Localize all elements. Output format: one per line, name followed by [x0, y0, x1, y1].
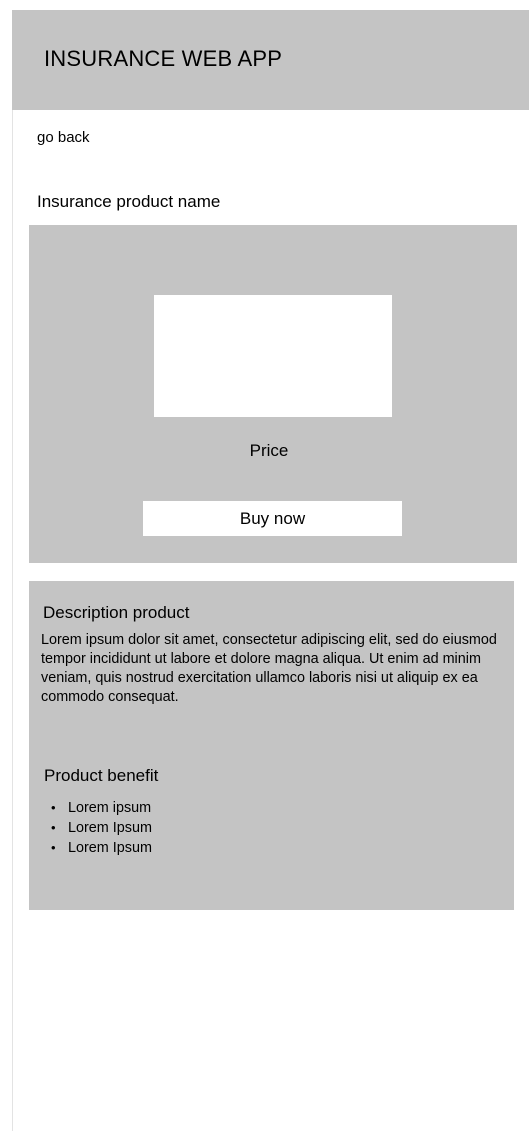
- product-price: Price: [249, 441, 289, 460]
- buy-now-button[interactable]: Buy now: [143, 501, 402, 536]
- bullet-icon: •: [51, 800, 56, 815]
- product-card: Price Buy now: [29, 225, 517, 563]
- bullet-icon: •: [51, 840, 56, 855]
- description-text: Lorem ipsum dolor sit amet, consectetur …: [41, 632, 497, 705]
- app-header: INSURANCE WEB APP: [12, 10, 529, 110]
- description-card: Description product Lorem ipsum dolor si…: [29, 581, 514, 910]
- description-title: Description product: [43, 603, 190, 622]
- benefit-item: • Lorem Ipsum: [47, 838, 152, 858]
- product-name-heading: Insurance product name: [37, 192, 221, 211]
- bullet-icon: •: [51, 820, 56, 835]
- benefit-title: Product benefit: [44, 766, 159, 785]
- benefit-item-label: Lorem Ipsum: [68, 820, 152, 836]
- benefit-item: • Lorem ipsum: [47, 798, 152, 818]
- benefit-list: • Lorem ipsum • Lorem Ipsum • Lorem Ipsu…: [47, 798, 152, 858]
- benefit-item-label: Lorem ipsum: [68, 800, 152, 816]
- go-back-link[interactable]: go back: [37, 129, 90, 147]
- benefit-item-label: Lorem Ipsum: [68, 840, 152, 856]
- benefit-item: • Lorem Ipsum: [47, 818, 152, 838]
- app-frame: [12, 10, 529, 1131]
- product-image-placeholder: [154, 295, 392, 417]
- app-title: INSURANCE WEB APP: [44, 46, 283, 71]
